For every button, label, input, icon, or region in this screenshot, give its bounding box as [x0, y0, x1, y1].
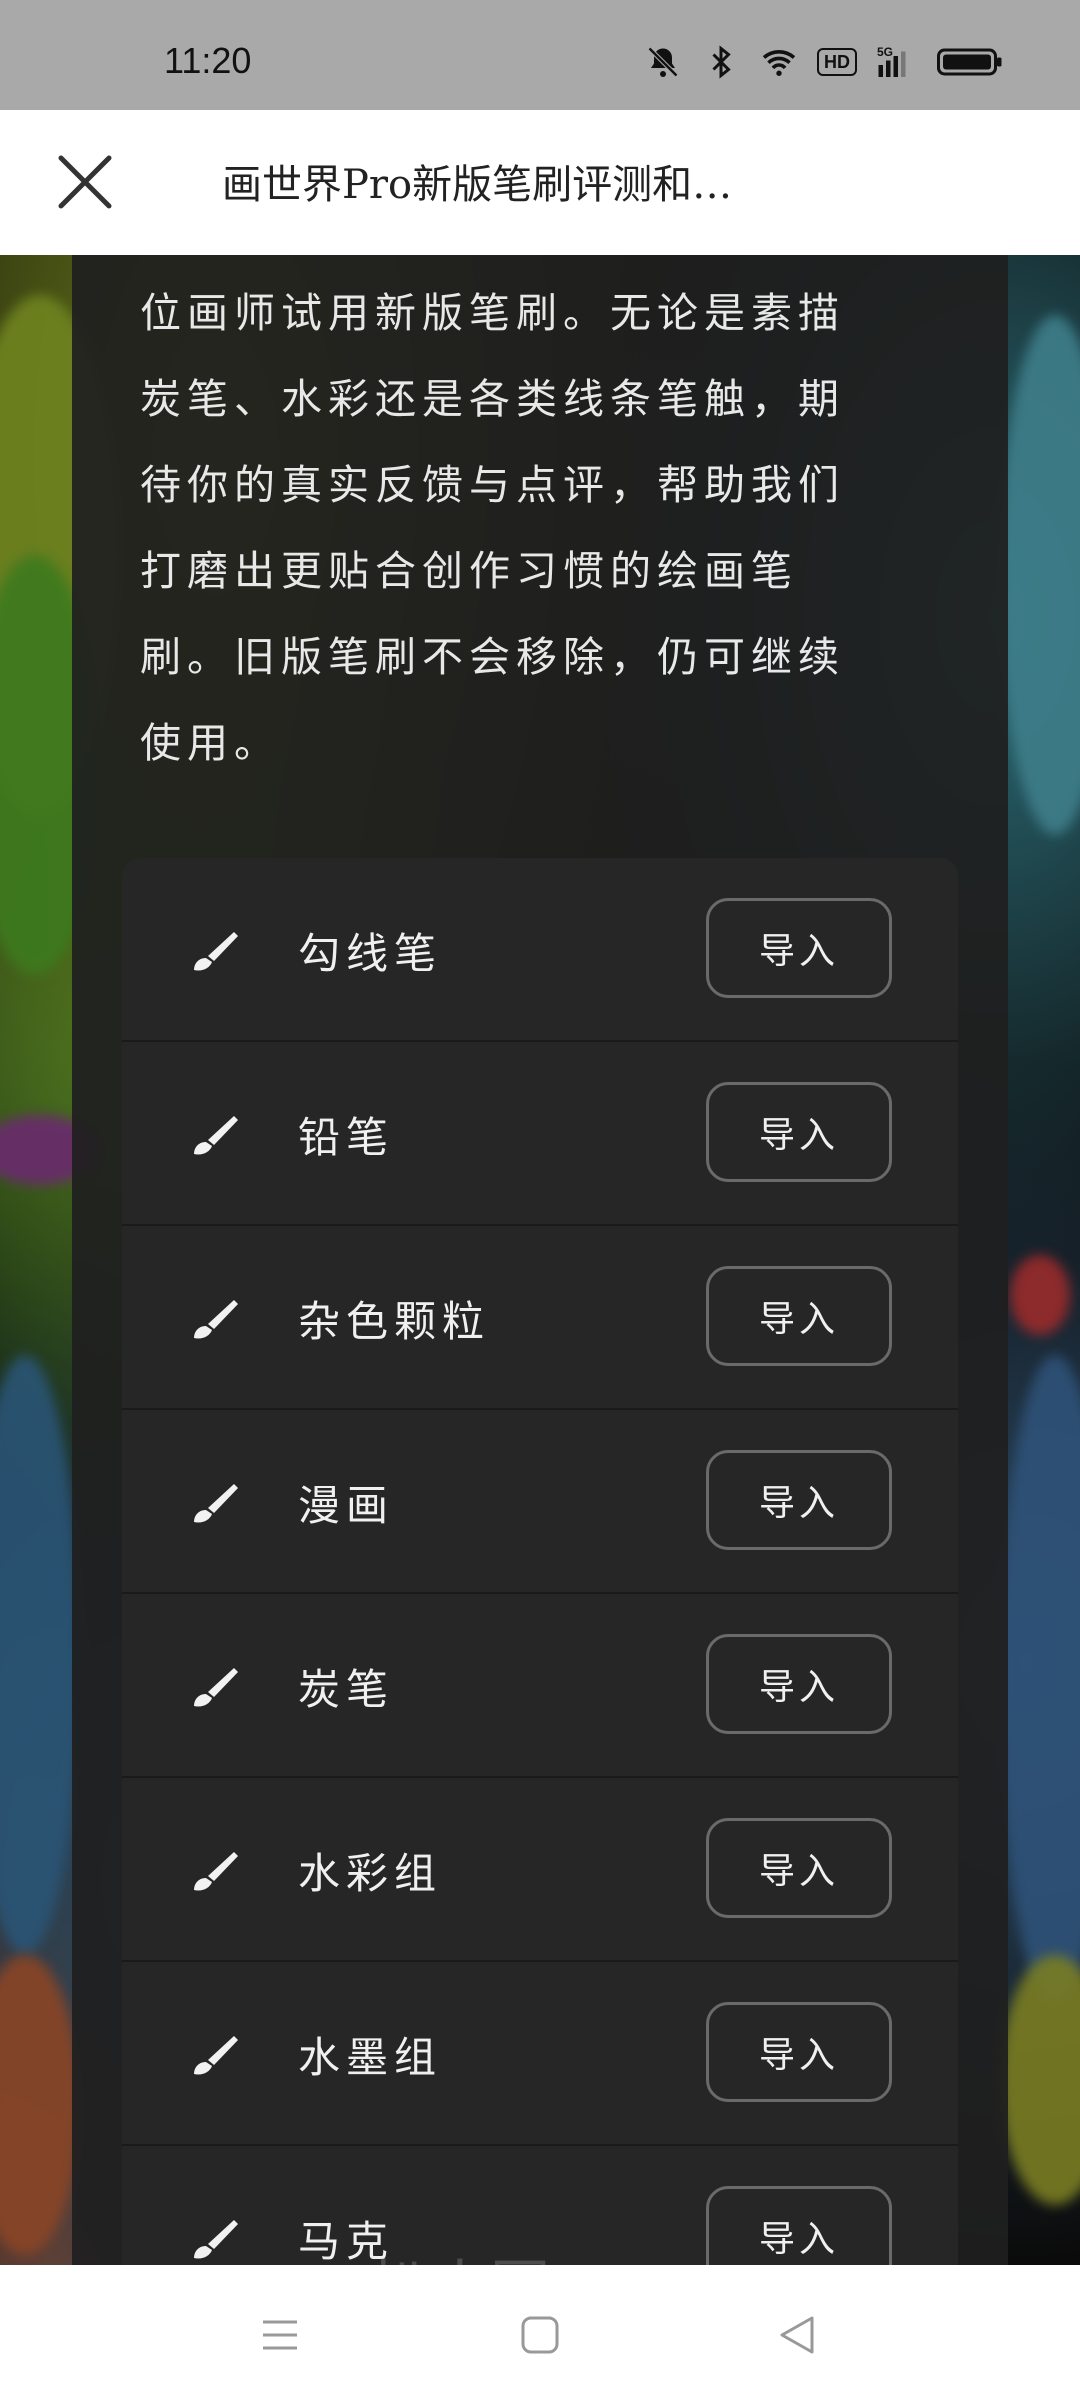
paintbrush-icon [194, 932, 238, 971]
import-button[interactable]: 导入 [706, 1634, 892, 1734]
paintbrush-icon [194, 1668, 238, 1707]
bluetooth-icon [703, 44, 739, 80]
import-button[interactable]: 导入 [706, 1266, 892, 1366]
paintbrush-icon [194, 1852, 238, 1891]
paint-stroke [0, 1955, 80, 2255]
menu-icon [263, 2320, 297, 2350]
back-icon [780, 2316, 814, 2354]
status-icons: HD 5G [645, 44, 1005, 80]
brush-name: 勾线笔 [298, 929, 443, 978]
mute-icon [645, 44, 681, 80]
5g-signal-icon: 5G [877, 44, 913, 80]
paint-stroke [1000, 1955, 1080, 2205]
paint-stroke [1000, 315, 1080, 835]
paint-stroke [1010, 1255, 1070, 1335]
brush-row: 勾线笔 导入 [122, 858, 958, 1042]
close-icon [58, 155, 112, 209]
paint-stroke [0, 1355, 80, 1955]
close-button[interactable] [55, 152, 115, 212]
brush-row: 炭笔 导入 [122, 1594, 958, 1778]
paintbrush-icon [194, 1300, 238, 1339]
brush-name: 水墨组 [298, 2033, 443, 2082]
import-button[interactable]: 导入 [706, 2002, 892, 2102]
brush-name: 铅笔 [298, 1113, 395, 1162]
paintbrush-icon [194, 2036, 238, 2075]
status-bar: 11:20 HD 5G [0, 0, 1080, 110]
brush-row: 杂色颗粒 导入 [122, 1226, 958, 1410]
wifi-icon [761, 44, 797, 80]
brush-name: 水彩组 [298, 1849, 443, 1898]
paint-stroke [1000, 1355, 1080, 2005]
paintbrush-icon [194, 1484, 238, 1523]
system-nav-bar [0, 2265, 1080, 2400]
brush-row: 铅笔 导入 [122, 1042, 958, 1226]
menu-button[interactable] [255, 2310, 305, 2360]
home-icon [521, 2316, 559, 2354]
brush-row: 水彩组 导入 [122, 1778, 958, 1962]
import-button[interactable]: 导入 [706, 1818, 892, 1918]
battery-icon [935, 44, 1005, 80]
svg-text:5G: 5G [877, 45, 893, 59]
paintbrush-icon [194, 2220, 238, 2259]
brush-name: 漫画 [298, 1481, 395, 1530]
brush-list: 勾线笔 导入 铅笔 导入 杂色颗粒 导入 漫画 导入 炭笔 导入 水彩组 导入 水墨组 导入 马克 导入 [122, 858, 958, 2330]
home-button[interactable] [515, 2310, 565, 2360]
brush-row: 漫画 导入 [122, 1410, 958, 1594]
brush-row: 水墨组 导入 [122, 1962, 958, 2146]
event-description: 位画师试用新版笔刷。无论是素描炭笔、水彩还是各类线条笔触，期待你的真实反馈与点评… [140, 289, 845, 767]
hd-icon: HD [817, 44, 857, 80]
page-header: 画世界Pro新版笔刷评测和… [0, 110, 1080, 256]
paintbrush-icon [194, 1116, 238, 1155]
back-button[interactable] [772, 2310, 822, 2360]
import-button[interactable]: 导入 [706, 1082, 892, 1182]
import-button[interactable]: 导入 [706, 1450, 892, 1550]
page-title: 画世界Pro新版笔刷评测和… [222, 162, 733, 208]
status-time: 11:20 [164, 40, 252, 81]
import-button[interactable]: 导入 [706, 898, 892, 998]
brush-name: 杂色颗粒 [298, 1297, 491, 1346]
brush-name: 炭笔 [298, 1665, 395, 1714]
